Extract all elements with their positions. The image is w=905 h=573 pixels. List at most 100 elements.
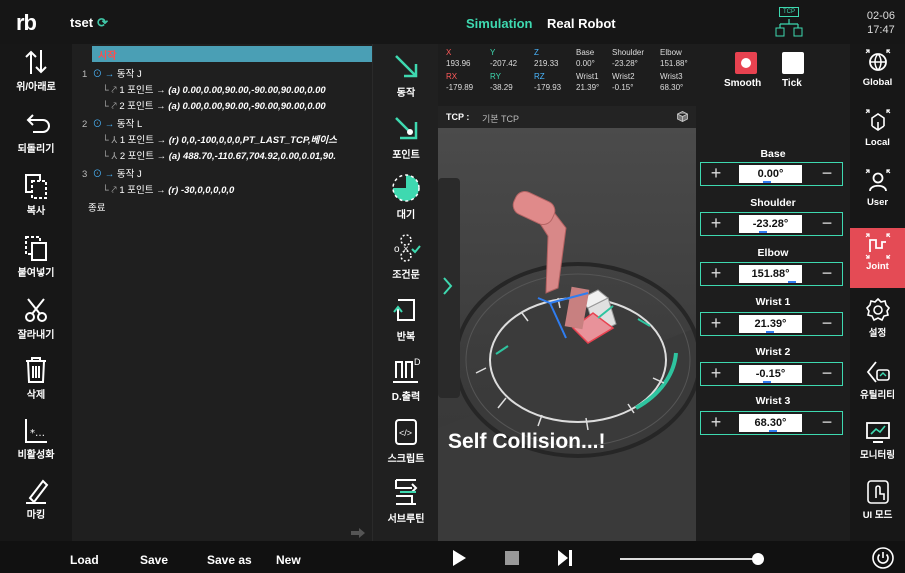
joint-row-base: + 0.00° −	[700, 162, 843, 186]
tree-row-2-2[interactable]: └ ⅄ 2 포인트 → (a) 488.70,-110.67,704.92,0.…	[102, 148, 336, 162]
wrist2-minus-button[interactable]: −	[813, 364, 841, 384]
row-value: (a) 0.00,0.00,90.00,-90.00,90.00,0.00	[168, 85, 326, 96]
shoulder-plus-button[interactable]: +	[702, 214, 730, 234]
joint-jog-panel: Smooth Tick Base + 0.00° − Shoulder + -2…	[696, 44, 850, 541]
row-text: 2 포인트 →	[119, 151, 169, 162]
svg-text:×: ×	[403, 244, 409, 255]
command-digital-out-label: D.출력	[391, 392, 421, 403]
wrist1-value-field[interactable]: 21.39°	[739, 315, 802, 333]
cube-view-icon[interactable]	[677, 111, 688, 122]
command-repeat[interactable]: 반복	[373, 294, 439, 343]
command-subroutine[interactable]: 서브루틴	[373, 476, 439, 525]
network-lines	[775, 19, 803, 37]
command-condition[interactable]: o × 조건문	[373, 232, 439, 281]
shoulder-value: -23.28°	[612, 59, 638, 68]
tick-toggle[interactable]	[782, 52, 804, 74]
smooth-label: Smooth	[724, 78, 762, 89]
command-point[interactable]: 포인트	[373, 112, 439, 161]
tree-row-3[interactable]: 3 ⊙ → 동작 J	[82, 166, 142, 180]
stop-icon[interactable]	[503, 549, 521, 567]
shoulder-value-field[interactable]: -23.28°	[739, 215, 802, 233]
command-digital-out[interactable]: D D.출력	[373, 354, 439, 403]
copy-button[interactable]: 복사	[0, 172, 72, 217]
base-plus-button[interactable]: +	[702, 164, 730, 184]
save-as-button[interactable]: Save as	[207, 553, 252, 567]
wrist1-minus-button[interactable]: −	[813, 314, 841, 334]
wrist3-value-field[interactable]: 68.30°	[739, 414, 802, 432]
undo-label: 되돌리기	[17, 144, 55, 155]
shoulder-minus-button[interactable]: −	[813, 214, 841, 234]
settings-button[interactable]: 설정	[850, 296, 905, 352]
x-value: 193.96	[446, 59, 471, 68]
shoulder-label: Shoulder	[612, 48, 645, 57]
command-move[interactable]: 동작	[373, 50, 439, 99]
ui-mode-button[interactable]: UI 모드	[850, 478, 905, 534]
coordinate-readout: X 193.96 RX -179.89 Y -207.42 RY -38.29 …	[438, 44, 696, 106]
mode-user[interactable]: User	[850, 168, 905, 224]
load-button[interactable]: Load	[70, 553, 99, 567]
base-value: 0.00°	[576, 59, 595, 68]
wrist3-plus-button[interactable]: +	[702, 413, 730, 433]
wrist2-value-field[interactable]: -0.15°	[739, 365, 802, 383]
tab-real-robot[interactable]: Real Robot	[547, 16, 616, 31]
step-icon[interactable]	[556, 549, 574, 567]
move-up-down-button[interactable]: 위/아래로	[0, 48, 72, 93]
marking-button[interactable]: 마킹	[0, 476, 72, 521]
elbow-value: 151.88°	[751, 268, 790, 280]
speed-slider-track[interactable]	[620, 558, 760, 560]
save-button[interactable]: Save	[140, 553, 168, 567]
sync-icon[interactable]: ⟳	[97, 15, 108, 30]
elbow-plus-button[interactable]: +	[702, 264, 730, 284]
tree-row-1-1[interactable]: └ ⤤ 1 포인트 → (a) 0.00,0.00,90.00,-90.00,9…	[102, 82, 326, 96]
check-icon: ⊙ →	[89, 169, 115, 180]
mode-joint[interactable]: Joint	[850, 228, 905, 288]
tick-label: Tick	[782, 78, 802, 89]
elbow-value-field[interactable]: 151.88°	[739, 265, 802, 283]
smooth-toggle[interactable]	[735, 52, 757, 74]
speed-slider-handle[interactable]	[752, 553, 764, 565]
wrist3-minus-button[interactable]: −	[813, 413, 841, 433]
tree-row-2[interactable]: 2 ⊙ → 동작 L	[82, 116, 142, 130]
new-button[interactable]: New	[276, 553, 301, 567]
command-point-label: 포인트	[392, 150, 420, 161]
tree-row-1-2[interactable]: └ ⤤ 2 포인트 → (a) 0.00,0.00,90.00,-90.00,9…	[102, 98, 326, 112]
tree-row-1[interactable]: 1 ⊙ → 동작 J	[82, 66, 142, 80]
mode-local-label: Local	[865, 137, 890, 148]
wrist2-plus-button[interactable]: +	[702, 364, 730, 384]
wrist1-plus-button[interactable]: +	[702, 314, 730, 334]
base-value: 0.00°	[757, 168, 784, 180]
mode-local[interactable]: Local	[850, 108, 905, 164]
utility-button[interactable]: 유틸리티	[850, 358, 905, 414]
disable-button[interactable]: *… 비활성화	[0, 416, 72, 461]
tcp-network-icon[interactable]: TCP	[775, 7, 803, 37]
marking-label: 마킹	[26, 510, 46, 521]
mode-global[interactable]: Global	[850, 48, 905, 104]
base-minus-button[interactable]: −	[813, 164, 841, 184]
tab-simulation[interactable]: Simulation	[466, 16, 532, 31]
undo-button[interactable]: 되돌리기	[0, 110, 72, 155]
delete-button[interactable]: 삭제	[0, 356, 72, 401]
expand-arrow-icon[interactable]	[350, 527, 366, 539]
cut-button[interactable]: 잘라내기	[0, 296, 72, 341]
base-label: Base	[576, 48, 595, 57]
wrist3-value: 68.30°	[660, 83, 684, 92]
play-icon[interactable]	[450, 549, 468, 567]
base-value-field[interactable]: 0.00°	[739, 165, 802, 183]
bottom-bar: Load Save Save as New	[0, 541, 905, 573]
monitoring-button[interactable]: 모니터링	[850, 418, 905, 474]
elbow-minus-button[interactable]: −	[813, 264, 841, 284]
power-icon[interactable]	[872, 547, 894, 569]
tree-row-3-1[interactable]: └ ⤤ 1 포인트 → (r) -30,0,0,0,0,0	[102, 182, 234, 196]
copy-label: 복사	[26, 206, 46, 217]
coordinate-mode-toolbar: Global Local User Joint 설정 유틸리티 모니터링 UI …	[850, 44, 905, 541]
robot-3d-scene[interactable]	[438, 128, 696, 541]
wrist1-value: 21.39°	[576, 83, 600, 92]
command-wait[interactable]: 대기	[373, 172, 439, 221]
tcp-selector[interactable]: TCP : 기본 TCP	[438, 106, 696, 128]
command-script[interactable]: </> 스크립트	[373, 416, 439, 465]
paste-button[interactable]: 붙여넣기	[0, 234, 72, 279]
ry-label: RY	[490, 72, 501, 81]
row-text: 2 포인트 →	[119, 101, 169, 112]
program-end-row[interactable]: 종료	[88, 200, 105, 214]
tree-row-2-1[interactable]: └ ⅄ 1 포인트 → (r) 0,0,-100,0,0,0,PT_LAST_T…	[102, 132, 337, 146]
